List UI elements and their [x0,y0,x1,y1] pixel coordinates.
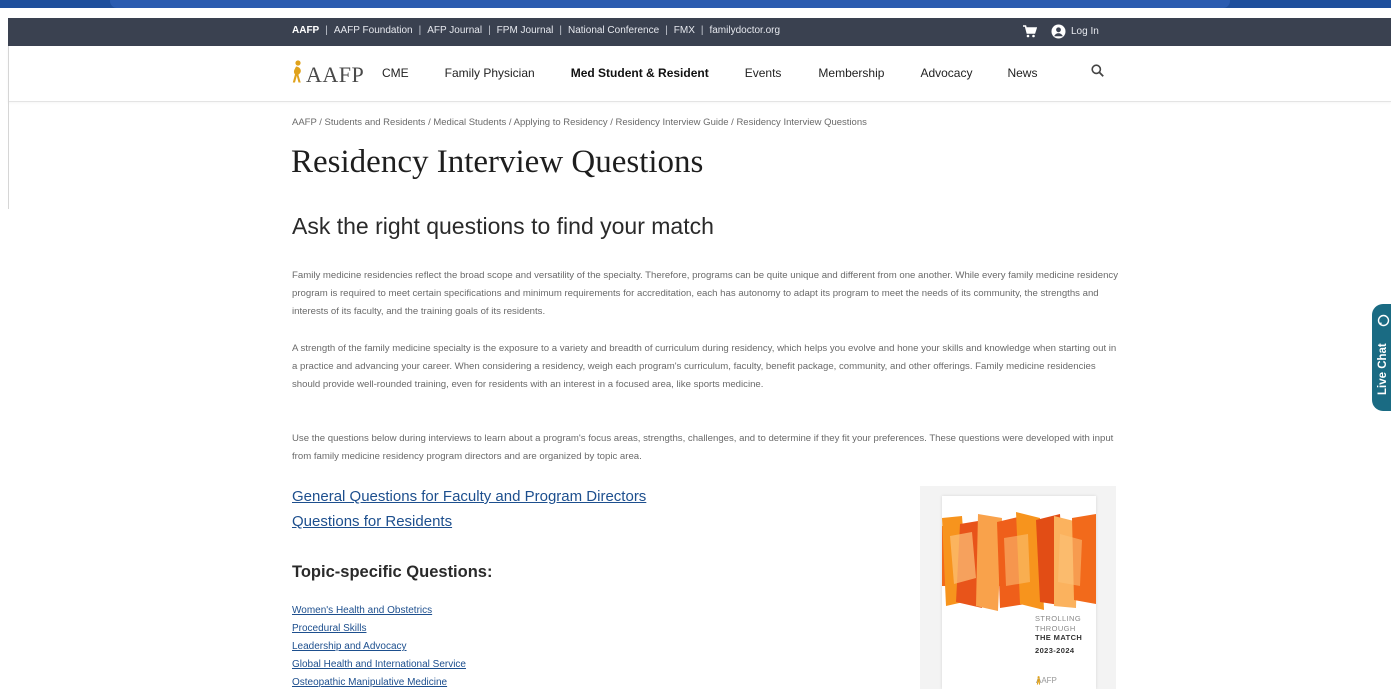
logo-text: AAFP [306,61,365,87]
utility-link-afp-journal[interactable]: AFP Journal [427,25,482,36]
cart-icon[interactable] [1023,25,1037,38]
utility-actions: Log In [1023,24,1099,39]
page-edge-divider [8,46,9,209]
utility-link-aafp[interactable]: AAFP [292,25,319,36]
cover-title: STROLLING THROUGH THE MATCH 2023-2024 [1035,614,1082,655]
topic-link-list: Women's Health and Obstetrics Procedural… [292,602,466,689]
utility-link-fpm-journal[interactable]: FPM Journal [497,25,554,36]
breadcrumb[interactable]: AAFP / Students and Residents / Medical … [292,117,867,128]
utility-link-familydoctor[interactable]: familydoctor.org [709,25,780,36]
cover-year: 2023-2024 [1035,645,1075,655]
utility-link-national-conference[interactable]: National Conference [568,25,659,36]
utility-links: AAFP | AAFP Foundation | AFP Journal | FPM Jou… [292,25,780,36]
nav-item-news[interactable]: News [1007,66,1037,80]
utility-bar: AAFP | AAFP Foundation | AFP Journal | FPM Jou… [8,18,1391,46]
separator: | [700,25,704,36]
aafp-figure-icon [291,60,304,89]
browser-tab-strip [110,0,1230,8]
cover-logo: AAFP [1036,676,1057,685]
aafp-logo[interactable]: AAFP [291,60,364,89]
link-questions-for-residents[interactable]: Questions for Residents [292,513,452,530]
separator: | [488,25,491,36]
cover-title-line-2: THROUGH [1035,623,1076,633]
live-chat-label: Live Chat [1377,343,1389,395]
topic-link-procedural-skills[interactable]: Procedural Skills [292,620,466,638]
nav-item-events[interactable]: Events [745,66,782,80]
link-general-questions[interactable]: General Questions for Faculty and Progra… [292,488,646,505]
topic-link-global-health[interactable]: Global Health and International Service [292,656,466,674]
nav-item-membership[interactable]: Membership [818,66,884,80]
topic-heading: Topic-specific Questions: [292,563,493,581]
topic-link-osteopathic[interactable]: Osteopathic Manipulative Medicine [292,674,466,689]
nav-menu: CME Family Physician Med Student & Resid… [382,66,1037,80]
intro-paragraph-2: A strength of the family medicine specia… [292,343,1117,390]
main-navigation: AAFP CME Family Physician Med Student & … [8,46,1391,102]
cover-title-line-3: THE MATCH [1035,633,1083,642]
utility-link-fmx[interactable]: FMX [674,25,695,36]
separator: | [559,25,562,36]
separator: | [665,25,668,36]
login-button[interactable]: Log In [1051,24,1099,39]
topic-link-leadership-advocacy[interactable]: Leadership and Advocacy [292,638,466,656]
browser-chrome-strip [0,0,1391,8]
nav-item-advocacy[interactable]: Advocacy [920,66,972,80]
strolling-through-the-match-cover[interactable]: STROLLING THROUGH THE MATCH 2023-2024 AA… [942,496,1096,689]
live-chat-button[interactable]: Live Chat [1372,304,1391,411]
section-subheading: Ask the right questions to find your mat… [292,213,714,239]
cover-artwork [942,512,1096,611]
user-icon [1051,24,1066,39]
intro-paragraph-1: Family medicine residencies reflect the … [292,270,1119,317]
page-title: Residency Interview Questions [291,144,704,180]
separator: | [325,25,328,36]
login-label: Log In [1071,26,1099,37]
search-icon[interactable] [1091,64,1104,82]
nav-item-med-student-resident[interactable]: Med Student & Resident [571,66,709,80]
utility-link-aafp-foundation[interactable]: AAFP Foundation [334,25,413,36]
nav-item-cme[interactable]: CME [382,66,409,80]
separator: | [418,25,422,36]
intro-paragraph-3: Use the questions below during interview… [292,433,1114,462]
aafp-figure-icon [1036,676,1040,685]
nav-item-family-physician[interactable]: Family Physician [445,66,535,80]
topic-link-womens-health[interactable]: Women's Health and Obstetrics [292,602,466,620]
cover-title-line-1: STROLLING [1035,614,1082,623]
